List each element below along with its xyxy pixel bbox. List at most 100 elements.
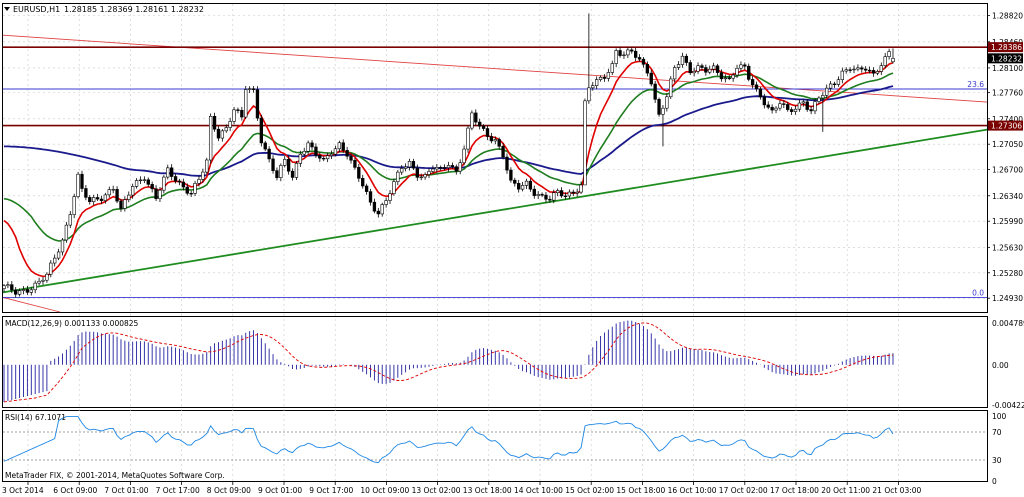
- candle-body-120: [470, 112, 474, 129]
- candle-body-158: [618, 50, 622, 56]
- candle-body-61: [240, 109, 244, 118]
- y-tick-label-5: 1.27050: [992, 140, 1023, 149]
- candle-body-160: [626, 49, 630, 56]
- candle-body-171: [669, 78, 673, 98]
- candle-body-31: [123, 199, 127, 209]
- candle-body-108: [423, 174, 427, 178]
- candle-body-3: [14, 289, 18, 295]
- candle-body-198: [774, 107, 778, 111]
- candle-body-185: [723, 77, 728, 80]
- candle-body-220: [860, 67, 864, 70]
- candle-body-56: [220, 130, 225, 139]
- candle-body-20: [80, 173, 84, 189]
- candle-body-192: [750, 79, 755, 86]
- candle-body-44: [173, 176, 178, 182]
- rsi-label: RSI(14) 67.1071: [5, 413, 66, 422]
- candle-body-47: [185, 186, 189, 194]
- candle-body-7: [29, 289, 33, 293]
- candle-body-101: [396, 171, 400, 182]
- candle-body-110: [431, 168, 435, 172]
- candle-body-113: [442, 167, 447, 169]
- rsi-y-label-0: 100: [992, 412, 1007, 421]
- x-tick-label-12: 15 Oct 18:00: [616, 486, 665, 495]
- candle-body-208: [813, 101, 817, 112]
- candle-body-175: [684, 55, 689, 63]
- candle-body-41: [162, 176, 166, 191]
- candle-body-54: [212, 116, 217, 130]
- candle-body-83: [325, 155, 330, 160]
- candle-body-178: [696, 65, 700, 72]
- y-tick-label-11: 1.24930: [992, 294, 1023, 303]
- candle-body-204: [797, 102, 802, 110]
- candle-body-211: [825, 87, 829, 96]
- fib-label-0: 23.6: [967, 80, 984, 89]
- candle-body-23: [92, 197, 96, 202]
- candle-body-72: [283, 159, 287, 166]
- candle-body-19: [76, 173, 80, 197]
- candle-body-177: [692, 70, 696, 74]
- candle-body-159: [622, 54, 626, 57]
- candle-body-1: [6, 284, 10, 287]
- time-axis: 3 Oct 2014 6 Oct 09:00 7 Oct 01:00 7 Oct 17…: [2, 481, 922, 495]
- candle-body-102: [400, 168, 404, 173]
- x-tick-label-10: 14 Oct 10:00: [514, 486, 563, 495]
- x-tick-label-14: 17 Oct 02:00: [719, 486, 768, 495]
- candle-body-51: [201, 171, 205, 180]
- candle-body-141: [552, 192, 556, 201]
- candle-body-156: [610, 63, 614, 73]
- x-tick-label-15: 17 Oct 18:00: [770, 486, 819, 495]
- candle-body-133: [520, 185, 525, 190]
- candle-body-106: [415, 167, 419, 178]
- candle-body-89: [349, 155, 353, 161]
- candle-body-37: [146, 179, 150, 185]
- candle-body-224: [875, 71, 880, 74]
- candle-body-135: [528, 180, 533, 190]
- candle-body-201: [786, 104, 790, 110]
- candle-body-109: [427, 171, 431, 175]
- candle-body-68: [267, 148, 271, 160]
- candle-body-55: [216, 128, 221, 139]
- candle-body-186: [727, 77, 731, 80]
- candle-body-127: [497, 139, 501, 147]
- candle-body-150: [587, 87, 591, 102]
- chart-area[interactable]: 23.6 0.0 0.004789 0.00 -0.004227 100 70 30 0 1…: [0, 0, 1024, 497]
- candle-body-98: [384, 200, 388, 205]
- x-tick-label-2: 7 Oct 01:00: [104, 486, 148, 495]
- candle-body-57: [224, 127, 228, 132]
- candle-body-180: [704, 67, 708, 73]
- candle-body-66: [259, 117, 264, 144]
- candle-body-182: [711, 65, 716, 70]
- candle-body-97: [380, 204, 384, 215]
- candle-body-79: [310, 142, 314, 148]
- candle-body-169: [661, 107, 665, 115]
- candle-body-11: [45, 273, 49, 281]
- candle-body-52: [205, 159, 209, 173]
- dropdown-triangle-icon[interactable]: [4, 7, 10, 11]
- x-tick-label-6: 9 Oct 17:00: [309, 486, 353, 495]
- low-trend-line: [2, 297, 61, 313]
- macd-signal-line: [3, 322, 894, 403]
- candle-body-100: [392, 181, 396, 194]
- candle-body-222: [867, 69, 872, 72]
- candle-body-33: [131, 186, 135, 196]
- rsi-line: [3, 416, 894, 464]
- x-tick-label-3: 7 Oct 17:00: [156, 486, 200, 495]
- drawn-lines: 23.6 0.0: [2, 34, 988, 313]
- y-tick-label-3: 1.27760: [992, 89, 1023, 98]
- candle-body-166: [649, 72, 653, 85]
- candle-body-215: [840, 70, 844, 81]
- candle-body-183: [715, 65, 720, 73]
- candle-body-219: [856, 67, 860, 70]
- candle-body-205: [801, 101, 805, 104]
- candle-body-91: [357, 167, 361, 179]
- macd-y-label-1: 0.00: [992, 361, 1009, 370]
- candle-body-143: [559, 190, 564, 197]
- candle-body-2: [10, 284, 14, 291]
- candle-body-170: [665, 96, 669, 109]
- fib-label-1: 0.0: [972, 288, 984, 297]
- candle-body-36: [142, 179, 147, 181]
- candle-body-203: [793, 108, 798, 112]
- candle-body-116: [454, 166, 458, 172]
- candle-body-87: [341, 142, 345, 151]
- price-tag-label-2: 1.27306: [991, 122, 1022, 131]
